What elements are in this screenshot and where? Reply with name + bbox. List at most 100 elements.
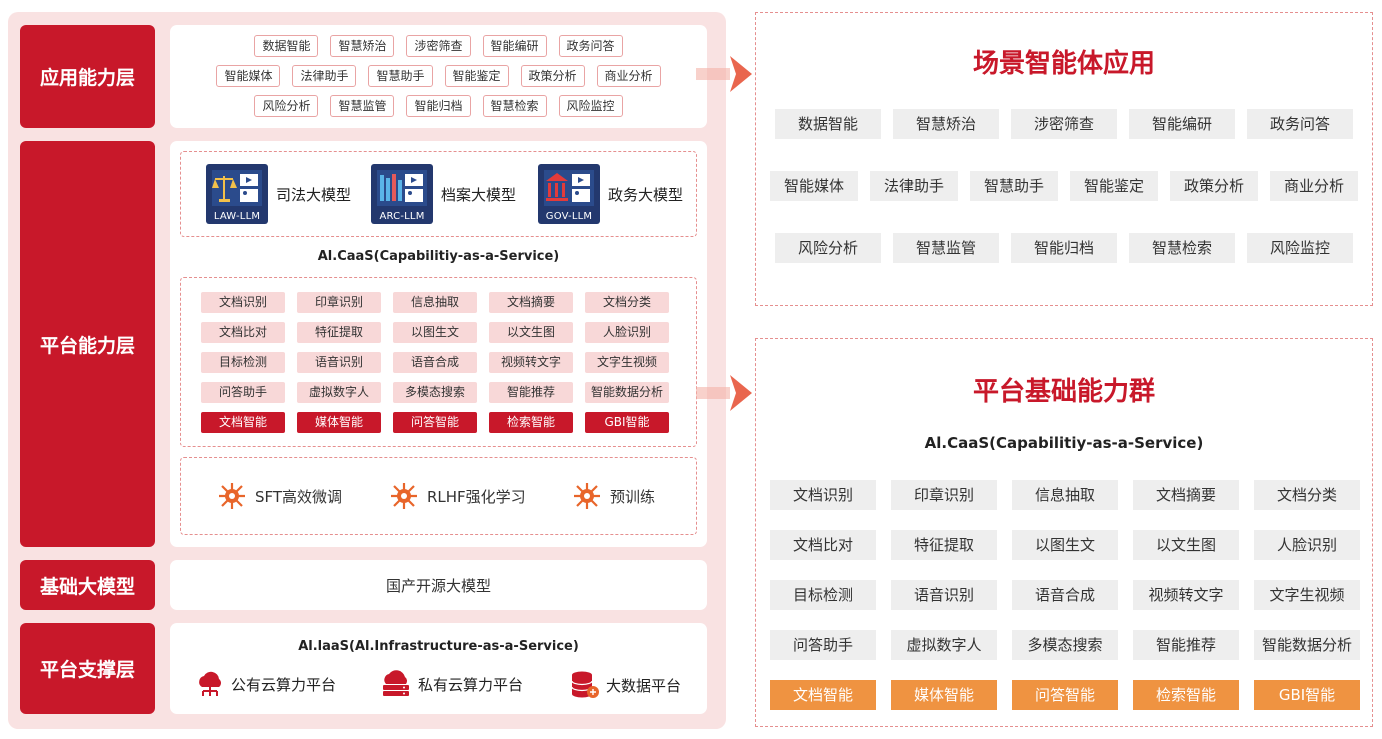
app-tag: 智能鉴定 [444, 65, 509, 87]
capability-highlight-tag: GBI智能 [1254, 680, 1360, 710]
capability-tag: 语音合成 [1012, 580, 1118, 610]
public-cloud-icon [199, 671, 221, 696]
model-caption: ARC-LLM [379, 211, 425, 222]
capability-highlight-tag: GBI智能 [585, 412, 669, 433]
capability-tag: 文档识别 [201, 292, 285, 313]
model-label: 政务大模型 [608, 185, 684, 204]
scene-tag: 风险监控 [1247, 233, 1353, 263]
app-tag: 政务问答 [558, 35, 623, 57]
capability-highlight-tag: 问答智能 [393, 412, 477, 433]
capability-tag: 以文生图 [1133, 530, 1239, 560]
capability-tag: 文档比对 [770, 530, 876, 560]
caas-title: Al.CaaS(Capabilitiy-as-a-Service) [317, 249, 560, 264]
base-model-box: 国产开源大模型 [170, 560, 707, 610]
capability-tag: 印章识别 [297, 292, 381, 313]
layer-label-app: 应用能力层 [20, 25, 155, 128]
app-tag: 涉密筛查 [406, 35, 471, 57]
app-tag-row-2: 智能媒体 法律助手 智慧助手 智能鉴定 政策分析 商业分析 [170, 65, 707, 87]
capability-tag: 文档比对 [201, 322, 285, 343]
model-label: 档案大模型 [441, 185, 517, 204]
scene-tag: 数据智能 [775, 109, 881, 139]
app-tag: 数据智能 [254, 35, 319, 57]
capability-tag: 智能推荐 [1133, 630, 1239, 660]
model-caption: GOV-LLM [545, 211, 593, 222]
capability-tag: 文档摘要 [489, 292, 573, 313]
platform-capability-subtitle: Al.CaaS(Capabilitiy-as-a-Service) [924, 434, 1204, 452]
capability-tag: 视频转文字 [489, 352, 573, 373]
app-tag: 智慧监管 [330, 95, 395, 117]
capability-highlight-tag: 媒体智能 [891, 680, 997, 710]
capability-tag: 文字生视频 [585, 352, 669, 373]
database-icon [571, 671, 599, 698]
gear-network-icon [219, 483, 245, 509]
capability-tag: 虚拟数字人 [297, 382, 381, 403]
capability-tag: 文字生视频 [1254, 580, 1360, 610]
scene-tag: 政务问答 [1247, 109, 1353, 139]
infra-public-cloud: 公有云算力平台 [195, 670, 336, 698]
support-layer-box: Al.laaS(Al.Infrastructure-as-a-Service) … [170, 623, 707, 714]
capability-highlight-tag: 检索智能 [489, 412, 573, 433]
capability-tag: 以图生文 [1012, 530, 1118, 560]
training-pretrain: 预训练 [572, 481, 655, 511]
app-tag: 智慧检索 [482, 95, 547, 117]
infra-big-data: 大数据平台 [570, 670, 681, 700]
capability-tag: 特征提取 [297, 322, 381, 343]
app-tag: 智慧助手 [368, 65, 433, 87]
model-law: LAW-LLM 司法大模型 [206, 164, 351, 224]
capability-tag: 信息抽取 [393, 292, 477, 313]
app-tag-row-3: 风险分析 智慧监管 智能归档 智慧检索 风险监控 [170, 95, 707, 117]
scene-agent-panel: 场景智能体应用 数据智能 智慧矫治 涉密筛查 智能编研 政务问答 智能媒体 法律… [755, 12, 1373, 306]
private-cloud-icon [383, 670, 409, 696]
infra-private-cloud: 私有云算力平台 [380, 670, 523, 698]
architecture-diagram: 应用能力层 平台能力层 基础大模型 平台支撑层 数据智能 智慧矫治 涉密筛查 智… [0, 0, 1382, 739]
layer-label-support: 平台支撑层 [20, 623, 155, 714]
capability-tag: 虚拟数字人 [891, 630, 997, 660]
model-government: GOV-LLM 政务大模型 [538, 164, 683, 224]
layer-label-platform: 平台能力层 [20, 141, 155, 547]
training-sft: SFT高效微调 [217, 481, 342, 511]
iaas-title: Al.laaS(Al.Infrastructure-as-a-Service) [298, 639, 579, 654]
training-rlhf: RLHF强化学习 [389, 481, 526, 511]
app-tag-row-1: 数据智能 智慧矫治 涉密筛查 智能编研 政务问答 [170, 35, 707, 57]
scene-row-3: 风险分析 智慧监管 智能归档 智慧检索 风险监控 [756, 233, 1372, 263]
model-archive: ARC-LLM 档案大模型 [371, 164, 516, 224]
gear-network-icon [391, 483, 417, 509]
capability-tag: 特征提取 [891, 530, 997, 560]
capability-tag: 目标检测 [770, 580, 876, 610]
archive-icon: ARC-LLM [371, 164, 433, 224]
scene-tag: 智慧助手 [970, 171, 1058, 201]
scene-tag: 智慧监管 [893, 233, 999, 263]
government-icon: GOV-LLM [538, 164, 600, 224]
scene-tag: 商业分析 [1270, 171, 1358, 201]
scene-tag: 智慧检索 [1129, 233, 1235, 263]
scene-tag: 智能归档 [1011, 233, 1117, 263]
capability-tag: 文档摘要 [1133, 480, 1239, 510]
infra-label: 大数据平台 [606, 676, 682, 695]
capability-tag: 多模态搜索 [1012, 630, 1118, 660]
capability-tag: 人脸识别 [585, 322, 669, 343]
capability-tag: 以文生图 [489, 322, 573, 343]
app-tag: 风险监控 [558, 95, 623, 117]
model-caption: LAW-LLM [213, 211, 261, 222]
capability-highlight-tag: 媒体智能 [297, 412, 381, 433]
training-label: 预训练 [610, 487, 656, 506]
capability-grid: 文档识别 印章识别 信息抽取 文档摘要 文档分类 文档比对 特征提取 以图生文 … [201, 292, 669, 433]
capability-tag: 人脸识别 [1254, 530, 1360, 560]
capability-tag: 语音识别 [891, 580, 997, 610]
platform-layer-box: LAW-LLM 司法大模型 ARC-LLM 档案大模型 GOV-LLM 政务大模… [170, 141, 707, 547]
capability-tag: 智能数据分析 [1254, 630, 1360, 660]
capability-tag: 文档分类 [585, 292, 669, 313]
capability-tag: 多模态搜索 [393, 382, 477, 403]
capability-tag: 视频转文字 [1133, 580, 1239, 610]
gear-network-icon [574, 483, 600, 509]
base-model-label: 国产开源大模型 [385, 576, 491, 595]
scene-tag: 智能媒体 [770, 171, 858, 201]
app-tag: 政策分析 [520, 65, 585, 87]
infra-label: 私有云算力平台 [418, 675, 524, 694]
capability-tag: 文档分类 [1254, 480, 1360, 510]
app-tag: 智能归档 [406, 95, 471, 117]
scene-tag: 智能编研 [1129, 109, 1235, 139]
capability-highlight-tag: 文档智能 [770, 680, 876, 710]
arrow-right-icon [696, 375, 752, 411]
scene-row-2: 智能媒体 法律助手 智慧助手 智能鉴定 政策分析 商业分析 [756, 171, 1372, 201]
